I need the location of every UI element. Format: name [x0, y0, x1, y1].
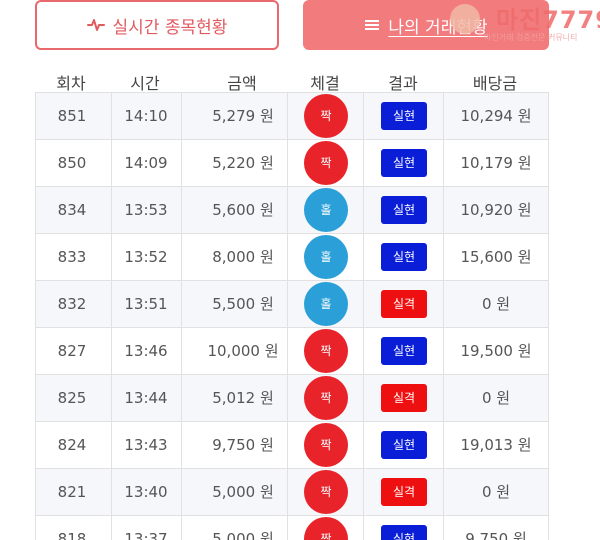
time-cell: 14:10: [124, 107, 168, 125]
payout-cell: 15,600 원: [460, 248, 532, 266]
time-cell: 13:44: [124, 389, 168, 407]
column-divider: [363, 187, 364, 233]
result-badge: 실현: [381, 149, 427, 177]
column-divider: [363, 328, 364, 374]
time-cell: 13:51: [124, 295, 168, 313]
column-divider: [363, 234, 364, 280]
payout-cell: 0 원: [481, 389, 511, 407]
column-divider: [363, 516, 364, 540]
table-row[interactable]: 834 13:53 5,600 원 10,920 원 홀 실현: [36, 186, 548, 233]
round-cell: 818: [57, 530, 87, 540]
table-row[interactable]: 821 13:40 5,000 원 0 원 짝 실격: [36, 468, 548, 515]
column-divider: [363, 375, 364, 421]
result-badge: 실현: [381, 196, 427, 224]
result-badge: 실현: [381, 243, 427, 271]
payout-cell: 9,750 원: [465, 530, 527, 540]
pick-badge: 홀: [304, 282, 348, 326]
column-divider: [363, 469, 364, 515]
pick-badge: 짝: [304, 141, 348, 185]
column-header: 체결: [310, 74, 340, 93]
column-header: 결과: [388, 74, 418, 93]
payout-cell: 10,179 원: [460, 154, 532, 172]
payout-cell: 0 원: [481, 483, 511, 501]
amount-cell: 5,000 원: [212, 530, 274, 540]
round-cell: 851: [57, 107, 87, 125]
result-badge: 실현: [381, 525, 427, 540]
column-header: 시간: [130, 74, 160, 93]
result-badge: 실격: [381, 384, 427, 412]
amount-cell: 5,500 원: [212, 295, 274, 313]
pick-badge: 짝: [304, 517, 348, 540]
pick-badge: 짝: [304, 470, 348, 514]
time-cell: 13:40: [124, 483, 168, 501]
tab-my-trades[interactable]: 나의 거래현황: [303, 0, 549, 50]
round-cell: 825: [57, 389, 87, 407]
amount-cell: 9,750 원: [212, 436, 274, 454]
pulse-icon: [86, 19, 105, 31]
time-cell: 13:52: [124, 248, 168, 266]
table-row[interactable]: 827 13:46 10,000 원 19,500 원 짝 실현: [36, 327, 548, 374]
round-cell: 824: [57, 436, 87, 454]
time-cell: 13:46: [124, 342, 168, 360]
time-cell: 14:09: [124, 154, 168, 172]
pick-badge: 짝: [304, 376, 348, 420]
column-divider: [363, 93, 364, 139]
result-badge: 실현: [381, 431, 427, 459]
round-cell: 833: [57, 248, 87, 266]
round-cell: 821: [57, 483, 87, 501]
amount-cell: 5,012 원: [212, 389, 274, 407]
payout-cell: 10,294 원: [460, 107, 532, 125]
amount-cell: 8,000 원: [212, 248, 274, 266]
amount-cell: 5,279 원: [212, 107, 274, 125]
result-badge: 실현: [381, 102, 427, 130]
pick-badge: 홀: [304, 235, 348, 279]
column-header: 회차: [56, 74, 86, 93]
tab-mine-label: 나의 거래현황: [388, 17, 488, 38]
list-icon: [365, 20, 380, 30]
table-row[interactable]: 833 13:52 8,000 원 15,600 원 홀 실현: [36, 233, 548, 280]
time-cell: 13:53: [124, 201, 168, 219]
column-header: 배당금: [472, 74, 518, 93]
table-row[interactable]: 824 13:43 9,750 원 19,013 원 짝 실현: [36, 421, 548, 468]
column-divider: [363, 422, 364, 468]
tab-bar: 실시간 종목현황 나의 거래현황: [0, 0, 600, 56]
column-divider: [363, 281, 364, 327]
table-row[interactable]: 850 14:09 5,220 원 10,179 원 짝 실현: [36, 139, 548, 186]
pick-badge: 홀: [304, 188, 348, 232]
payout-cell: 10,920 원: [460, 201, 532, 219]
time-cell: 13:37: [124, 530, 168, 540]
payout-cell: 0 원: [481, 295, 511, 313]
pick-badge: 짝: [304, 329, 348, 373]
pick-badge: 짝: [304, 423, 348, 467]
result-badge: 실격: [381, 290, 427, 318]
round-cell: 850: [57, 154, 87, 172]
amount-cell: 10,000 원: [207, 342, 279, 360]
table-row[interactable]: 825 13:44 5,012 원 0 원 짝 실격: [36, 374, 548, 421]
column-header: 금액: [227, 74, 257, 93]
table-row[interactable]: 851 14:10 5,279 원 10,294 원 짝 실현: [36, 92, 548, 139]
time-cell: 13:43: [124, 436, 168, 454]
tab-live-label: 실시간 종목현황: [112, 17, 228, 38]
pick-badge: 짝: [304, 94, 348, 138]
amount-cell: 5,600 원: [212, 201, 274, 219]
table-row[interactable]: 818 13:37 5,000 원 9,750 원 짝 실현: [36, 515, 548, 540]
round-cell: 834: [57, 201, 87, 219]
round-cell: 832: [57, 295, 87, 313]
payout-cell: 19,013 원: [460, 436, 532, 454]
table-row[interactable]: 832 13:51 5,500 원 0 원 홀 실격: [36, 280, 548, 327]
payout-cell: 19,500 원: [460, 342, 532, 360]
trade-table: 851 14:10 5,279 원 10,294 원 짝 실현 850 14:09 5,220 …: [35, 92, 549, 540]
column-divider: [363, 140, 364, 186]
round-cell: 827: [57, 342, 87, 360]
result-badge: 실현: [381, 337, 427, 365]
result-badge: 실격: [381, 478, 427, 506]
tab-live-status[interactable]: 실시간 종목현황: [35, 0, 279, 50]
amount-cell: 5,000 원: [212, 483, 274, 501]
amount-cell: 5,220 원: [212, 154, 274, 172]
